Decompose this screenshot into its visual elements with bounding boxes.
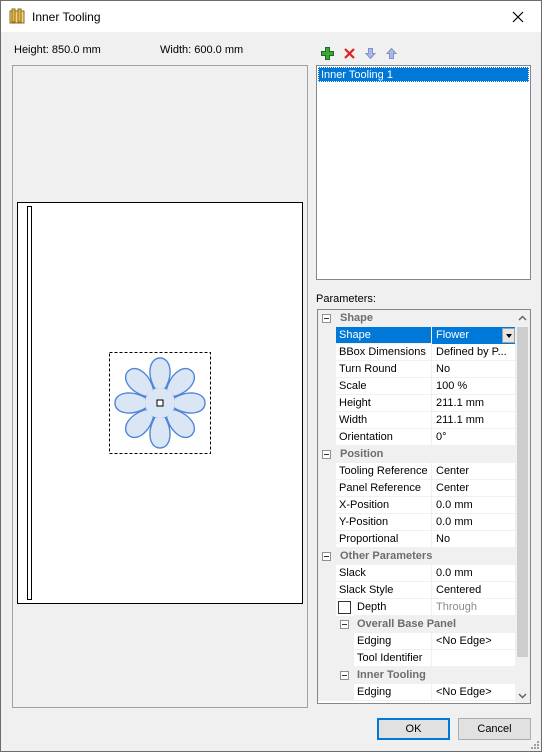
add-icon [320,46,334,60]
title-bar: Inner Tooling [1,1,541,32]
row-shape[interactable]: Shape Flower [318,327,515,344]
collapse-icon[interactable] [340,620,349,629]
row-slack-style[interactable]: Slack Style Centered [318,582,515,599]
flower-shape[interactable] [109,352,211,454]
row-tool-identifier[interactable]: Tool Identifier [318,650,515,667]
row-depth[interactable]: Depth Through [318,599,515,616]
chevron-up-icon [518,315,527,320]
delete-icon [343,47,355,59]
parameters-grid[interactable]: Shape Shape Flower BBox Dimensions Defin… [317,309,531,704]
category-position[interactable]: Position [318,446,515,463]
resize-grip-icon[interactable] [529,739,539,749]
move-down-button[interactable] [362,45,378,61]
row-width[interactable]: Width 211.1 mm [318,412,515,429]
row-slack[interactable]: Slack 0.0 mm [318,565,515,582]
preview-canvas[interactable] [12,65,308,708]
vertical-scrollbar[interactable] [515,310,530,703]
row-turn-round[interactable]: Turn Round No [318,361,515,378]
shape-dropdown[interactable]: Flower [432,327,515,344]
chevron-down-icon[interactable] [502,328,515,343]
tooling-list[interactable]: Inner Tooling 1 [316,65,531,280]
window-title: Inner Tooling [32,10,101,24]
chevron-down-icon [518,693,527,698]
row-y-position[interactable]: Y-Position 0.0 mm [318,514,515,531]
close-button[interactable] [495,1,541,32]
parameters-label: Parameters: [316,293,376,305]
row-edging-inner[interactable]: Edging <No Edge> [318,684,515,701]
add-button[interactable] [319,45,335,61]
collapse-icon[interactable] [322,552,331,561]
category-inner-tooling[interactable]: Inner Tooling [318,667,515,684]
list-item[interactable]: Inner Tooling 1 [318,67,529,82]
move-up-button[interactable] [383,45,399,61]
category-shape[interactable]: Shape [318,310,515,327]
row-bbox[interactable]: BBox Dimensions Defined by P... [318,344,515,361]
row-edging-base[interactable]: Edging <No Edge> [318,633,515,650]
row-proportional[interactable]: Proportional No [318,531,515,548]
close-icon [512,11,524,22]
row-scale[interactable]: Scale 100 % [318,378,515,395]
base-panel [17,202,303,604]
scrollbar-thumb[interactable] [517,327,528,657]
panel-height-label: Height: 850.0 mm [14,44,101,56]
category-other-parameters[interactable]: Other Parameters [318,548,515,565]
category-overall-base-panel[interactable]: Overall Base Panel [318,616,515,633]
delete-button[interactable] [341,45,357,61]
panel-edge [27,206,32,600]
cancel-button[interactable]: Cancel [458,718,531,740]
collapse-icon[interactable] [340,671,349,680]
row-height[interactable]: Height 211.1 mm [318,395,515,412]
row-panel-reference[interactable]: Panel Reference Center [318,480,515,497]
move-up-icon [385,47,397,59]
ok-button[interactable]: OK [377,718,450,740]
row-orientation[interactable]: Orientation 0° [318,429,515,446]
move-down-icon [364,47,376,59]
collapse-icon[interactable] [322,450,331,459]
scroll-up-button[interactable] [515,310,530,325]
inner-tooling-dialog: Inner Tooling Height: 850.0 mm Width: 60… [0,0,542,752]
depth-checkbox[interactable] [338,601,351,614]
panel-width-label: Width: 600.0 mm [160,44,244,56]
row-tooling-reference[interactable]: Tooling Reference Center [318,463,515,480]
scroll-down-button[interactable] [515,688,530,703]
collapse-icon[interactable] [322,314,331,323]
app-icon [9,8,25,24]
row-x-position[interactable]: X-Position 0.0 mm [318,497,515,514]
